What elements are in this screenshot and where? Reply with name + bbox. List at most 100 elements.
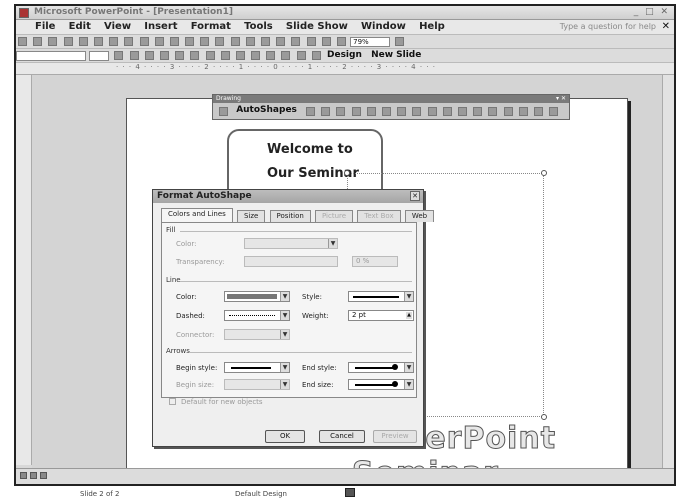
permission-icon[interactable] <box>63 37 73 46</box>
color-grayscale-icon[interactable] <box>336 37 346 46</box>
line-icon[interactable] <box>306 107 316 116</box>
menu-format[interactable]: Format <box>186 20 236 33</box>
tables-borders-icon[interactable] <box>276 37 286 46</box>
line-style-dropdown[interactable]: ▼ <box>348 291 414 302</box>
new-slide-button[interactable]: New Slide <box>371 50 421 60</box>
tab-size[interactable]: Size <box>236 210 266 222</box>
tab-colors-and-lines[interactable]: Colors and Lines <box>161 208 233 222</box>
print-preview-icon[interactable] <box>109 37 119 46</box>
font-size-select[interactable] <box>89 51 110 61</box>
menu-slide-show[interactable]: Slide Show <box>281 20 353 33</box>
line-style-icon[interactable] <box>488 107 498 116</box>
line-color-dropdown[interactable]: ▼ <box>224 291 290 302</box>
selection-handle-left[interactable] <box>344 170 350 176</box>
paste-icon[interactable] <box>185 37 195 46</box>
diagram-icon[interactable] <box>397 107 407 116</box>
zoom-select[interactable]: 79% <box>350 37 391 47</box>
callout-text-line1[interactable]: Welcome to <box>267 142 353 157</box>
underline-icon[interactable] <box>144 51 154 60</box>
help-icon[interactable] <box>395 37 405 46</box>
slide-show-view-icon[interactable] <box>40 472 47 479</box>
dash-style-icon[interactable] <box>503 107 513 116</box>
italic-icon[interactable] <box>129 51 139 60</box>
expand-all-icon[interactable] <box>291 37 301 46</box>
show-formatting-icon[interactable] <box>306 37 316 46</box>
cut-icon[interactable] <box>154 37 164 46</box>
bullets-icon[interactable] <box>235 51 245 60</box>
clip-art-icon[interactable] <box>412 107 422 116</box>
shadow-icon[interactable] <box>159 51 169 60</box>
undo-icon[interactable] <box>215 37 225 46</box>
menu-view[interactable]: View <box>99 20 136 33</box>
font-select[interactable] <box>16 51 86 61</box>
decrease-indent-icon[interactable] <box>281 51 291 60</box>
email-icon[interactable] <box>78 37 88 46</box>
chevron-down-icon[interactable]: ▼ <box>280 311 289 320</box>
dashed-dropdown[interactable]: ▼ <box>224 310 290 321</box>
spelling-icon[interactable] <box>124 37 134 46</box>
selection-handle-top-right[interactable] <box>541 170 547 176</box>
rectangle-icon[interactable] <box>336 107 346 116</box>
tab-web[interactable]: Web <box>404 210 435 222</box>
new-icon[interactable] <box>18 37 27 46</box>
weight-field[interactable]: 2 pt ▲ <box>348 310 414 321</box>
fill-color-icon[interactable] <box>442 107 452 116</box>
tab-position[interactable]: Position <box>269 210 311 222</box>
chevron-down-icon[interactable]: ▼ <box>404 292 413 301</box>
design-button[interactable]: Design <box>327 50 362 60</box>
dialog-title-bar[interactable]: Format AutoShape ✕ <box>153 190 423 203</box>
powerpoint-app-icon[interactable] <box>19 8 29 18</box>
menu-insert[interactable]: Insert <box>139 20 182 33</box>
chevron-down-icon[interactable]: ▼ <box>404 363 413 372</box>
select-objects-icon[interactable] <box>219 107 228 116</box>
grid-icon[interactable] <box>321 37 331 46</box>
close-document-icon[interactable]: ✕ <box>662 21 670 32</box>
format-painter-icon[interactable] <box>200 37 210 46</box>
normal-view-icon[interactable] <box>20 472 27 479</box>
cancel-button[interactable]: Cancel <box>319 430 365 443</box>
chevron-down-icon[interactable]: ▼ <box>280 292 289 301</box>
insert-chart-icon[interactable] <box>245 37 255 46</box>
font-color-icon[interactable] <box>473 107 483 116</box>
menu-edit[interactable]: Edit <box>64 20 96 33</box>
increase-indent-icon[interactable] <box>296 51 306 60</box>
align-right-icon[interactable] <box>205 51 215 60</box>
increase-font-icon[interactable] <box>251 51 261 60</box>
line-color-icon[interactable] <box>457 107 467 116</box>
center-icon[interactable] <box>190 51 200 60</box>
wordart-icon[interactable] <box>382 107 392 116</box>
arrow-icon[interactable] <box>321 107 331 116</box>
help-question-box[interactable]: Type a question for help <box>560 22 656 31</box>
slide-sorter-view-icon[interactable] <box>30 472 37 479</box>
chevron-down-icon[interactable]: ▼ <box>404 380 413 389</box>
text-box-icon[interactable] <box>366 107 376 116</box>
ok-button[interactable]: OK <box>265 430 305 443</box>
open-icon[interactable] <box>33 37 43 46</box>
copy-icon[interactable] <box>169 37 179 46</box>
end-style-dropdown[interactable]: ▼ <box>348 362 414 373</box>
numbering-icon[interactable] <box>220 51 230 60</box>
picture-icon[interactable] <box>427 107 437 116</box>
arrow-style-icon[interactable] <box>518 107 528 116</box>
print-icon[interactable] <box>93 37 103 46</box>
menu-window[interactable]: Window <box>356 20 411 33</box>
insert-table-icon[interactable] <box>261 37 270 46</box>
save-icon[interactable] <box>48 37 58 46</box>
menu-help[interactable]: Help <box>414 20 450 33</box>
menu-file[interactable]: File <box>30 20 60 33</box>
font-color-icon[interactable] <box>311 51 321 60</box>
selection-handle-bottom-right[interactable] <box>541 414 547 420</box>
decrease-font-icon[interactable] <box>266 51 276 60</box>
begin-style-dropdown[interactable]: ▼ <box>224 362 290 373</box>
chevron-down-icon[interactable]: ▼ <box>280 363 289 372</box>
align-left-icon[interactable] <box>175 51 185 60</box>
oval-icon[interactable] <box>351 107 361 116</box>
dialog-close-icon[interactable]: ✕ <box>410 191 420 201</box>
end-size-dropdown[interactable]: ▼ <box>348 379 414 390</box>
drawing-toolbar-title[interactable]: Drawing <box>213 95 569 103</box>
bold-icon[interactable] <box>114 51 124 60</box>
autoshapes-menu[interactable]: AutoShapes <box>236 105 297 115</box>
weight-spinner-icon[interactable]: ▲ <box>406 312 412 319</box>
drawing-toolbar-close-icon[interactable]: ▾ ✕ <box>556 95 566 102</box>
shadow-style-icon[interactable] <box>533 107 543 116</box>
